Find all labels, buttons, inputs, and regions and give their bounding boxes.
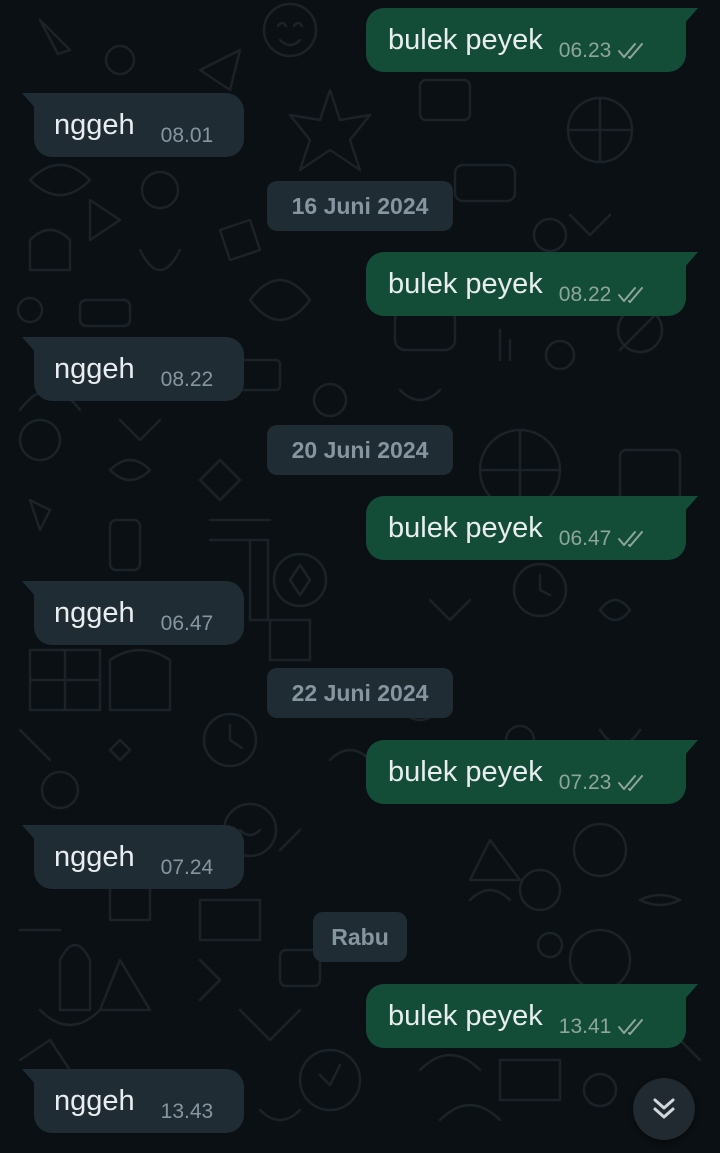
message-time: 06.23 <box>558 39 612 62</box>
message-text: nggeh <box>54 840 135 873</box>
message-text: bulek peyek <box>388 511 543 544</box>
outgoing-message[interactable]: bulek peyek 08.22 <box>366 252 698 316</box>
chat-message-list[interactable]: bulek peyek 06.23 nggeh 08.01 16 Juni 20… <box>0 0 720 1153</box>
bubble-tail <box>684 8 698 24</box>
message-time: 08.01 <box>160 124 214 147</box>
message-text: bulek peyek <box>388 755 543 788</box>
bubble-tail <box>684 984 698 1000</box>
incoming-message[interactable]: nggeh 07.24 <box>22 825 244 889</box>
incoming-message[interactable]: nggeh 08.01 <box>22 93 244 157</box>
date-separator: 20 Juni 2024 <box>267 425 453 475</box>
message-time: 06.47 <box>558 527 612 550</box>
bubble-tail <box>22 825 36 841</box>
outgoing-message[interactable]: bulek peyek 06.23 <box>366 8 698 72</box>
double-check-icon <box>618 531 644 547</box>
double-check-icon <box>618 287 644 303</box>
incoming-message[interactable]: nggeh 06.47 <box>22 581 244 645</box>
bubble-tail <box>684 740 698 756</box>
double-check-icon <box>618 775 644 791</box>
message-text: nggeh <box>54 1084 135 1117</box>
bubble-tail <box>22 581 36 597</box>
bubble-tail <box>22 93 36 109</box>
message-time: 07.24 <box>160 856 214 879</box>
date-separator: Rabu <box>313 912 407 962</box>
message-time: 08.22 <box>160 368 214 391</box>
message-time: 08.22 <box>558 283 612 306</box>
incoming-message[interactable]: nggeh 08.22 <box>22 337 244 401</box>
message-text: nggeh <box>54 108 135 141</box>
bubble-tail <box>22 337 36 353</box>
double-chevron-down-icon <box>653 1098 675 1119</box>
double-check-icon <box>618 1019 644 1035</box>
message-text: nggeh <box>54 596 135 629</box>
message-text: nggeh <box>54 352 135 385</box>
message-time: 06.47 <box>160 612 214 635</box>
message-time: 07.23 <box>558 771 612 794</box>
bubble-tail <box>684 496 698 512</box>
date-separator: 22 Juni 2024 <box>267 668 453 718</box>
scroll-to-bottom-button[interactable] <box>633 1078 695 1140</box>
double-check-icon <box>618 43 644 59</box>
bubble-tail <box>684 252 698 268</box>
message-text: bulek peyek <box>388 999 543 1032</box>
message-text: bulek peyek <box>388 267 543 300</box>
message-time: 13.41 <box>558 1015 612 1038</box>
message-text: bulek peyek <box>388 23 543 56</box>
bubble-tail <box>22 1069 36 1085</box>
date-separator: 16 Juni 2024 <box>267 181 453 231</box>
incoming-message[interactable]: nggeh 13.43 <box>22 1069 244 1133</box>
outgoing-message[interactable]: bulek peyek 13.41 <box>366 984 698 1048</box>
message-time: 13.43 <box>160 1100 214 1123</box>
outgoing-message[interactable]: bulek peyek 06.47 <box>366 496 698 560</box>
outgoing-message[interactable]: bulek peyek 07.23 <box>366 740 698 804</box>
